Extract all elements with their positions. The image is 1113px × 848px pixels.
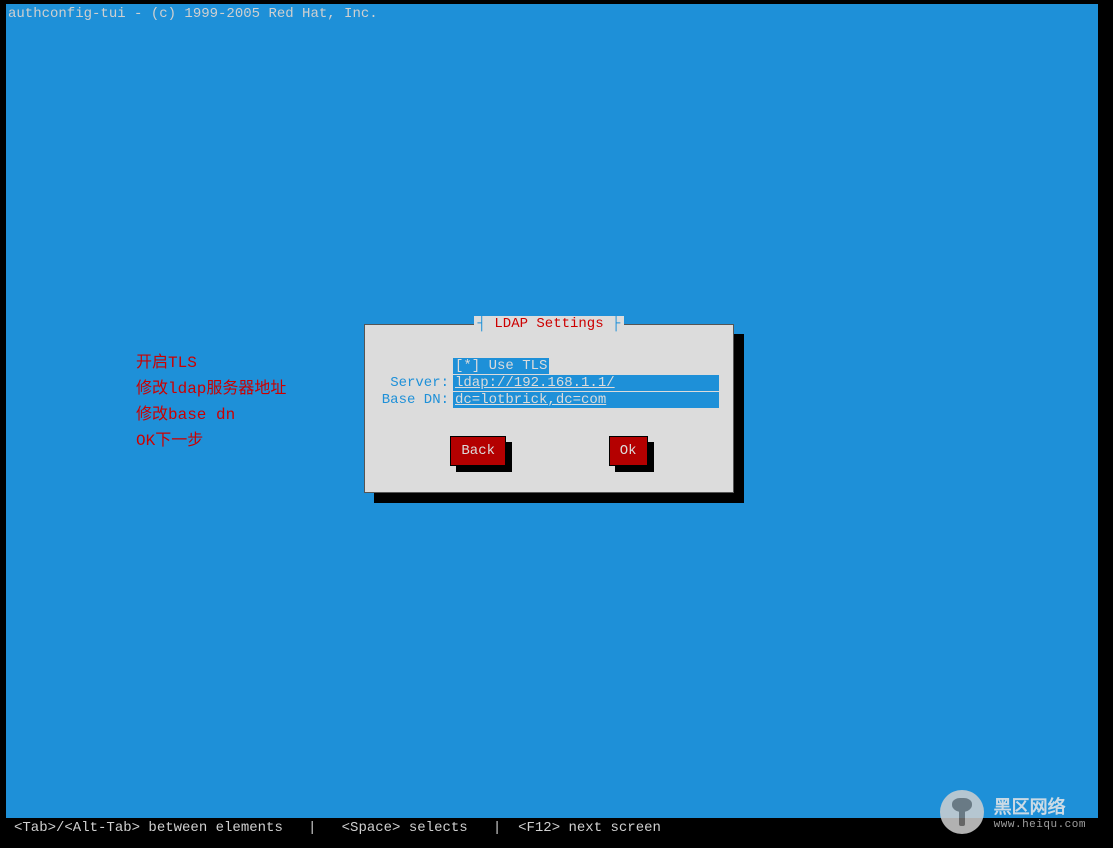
note-basedn: 修改base dn — [136, 402, 286, 428]
dialog-title-row: ┤ LDAP Settings ├ — [365, 316, 733, 334]
ok-button[interactable]: Ok — [609, 436, 648, 466]
basedn-input[interactable]: dc=lotbrick,dc=com — [453, 392, 719, 408]
note-tls: 开启TLS — [136, 350, 286, 376]
footer-hint: <Tab>/<Alt-Tab> between elements | <Spac… — [6, 818, 1098, 838]
server-label: Server: — [379, 375, 453, 391]
basedn-label: Base DN: — [379, 392, 453, 408]
use-tls-checkbox[interactable]: [*] Use TLS — [453, 358, 549, 374]
note-server: 修改ldap服务器地址 — [136, 376, 286, 402]
back-button[interactable]: Back — [450, 436, 506, 466]
spacer — [379, 358, 453, 374]
app-title: authconfig-tui - (c) 1999-2005 Red Hat, … — [6, 4, 1098, 24]
instruction-overlay: 开启TLS 修改ldap服务器地址 修改base dn OK下一步 — [136, 350, 286, 454]
mushroom-icon — [940, 790, 984, 834]
title-mark-left: ┤ — [478, 316, 495, 332]
ldap-settings-dialog: ┤ LDAP Settings ├ [*] Use TLS Server: ld… — [364, 324, 734, 493]
server-input[interactable]: ldap://192.168.1.1/ — [453, 375, 719, 391]
watermark-url: www.heiqu.com — [994, 819, 1086, 831]
terminal-screen: authconfig-tui - (c) 1999-2005 Red Hat, … — [6, 4, 1102, 838]
title-mark-right: ├ — [604, 316, 621, 332]
watermark-title: 黑区网络 — [994, 793, 1086, 819]
watermark: 黑区网络 www.heiqu.com — [940, 790, 1086, 834]
note-ok: OK下一步 — [136, 428, 286, 454]
dialog-title: LDAP Settings — [494, 316, 603, 332]
